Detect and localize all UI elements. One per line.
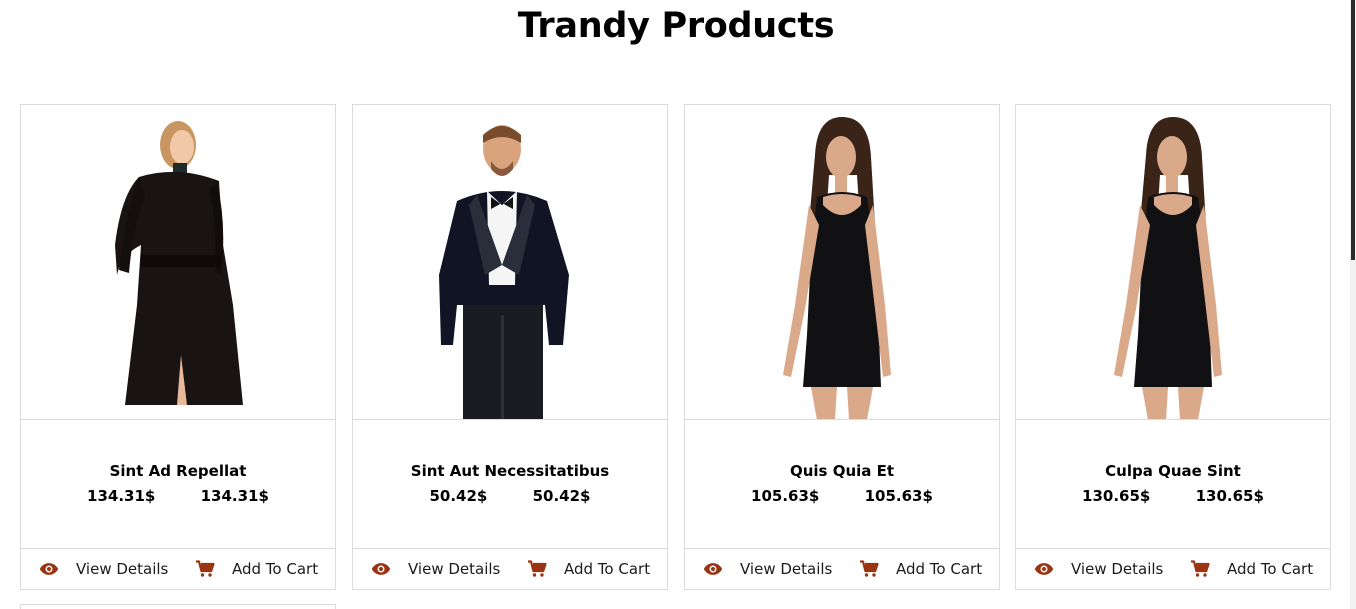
cart-icon [859, 560, 879, 578]
product-image-man-tuxedo[interactable] [353, 105, 667, 420]
product-card-next-row[interactable] [20, 604, 336, 609]
add-to-cart-button[interactable]: Add To Cart [195, 549, 318, 589]
product-old-price: 50.42$ [532, 487, 591, 505]
product-card[interactable]: Quis Quia Et 105.63$ 105.63$ View Detail… [684, 104, 1000, 590]
product-image-woman-dress[interactable] [1016, 105, 1330, 420]
view-details-button[interactable]: View Details [703, 549, 832, 589]
product-name[interactable]: Sint Aut Necessitatibus [353, 462, 667, 480]
product-info: Sint Aut Necessitatibus 50.42$ 50.42$ [353, 420, 667, 549]
product-actions: View Details Add To Cart [21, 549, 335, 589]
cart-icon [1190, 560, 1210, 578]
cart-icon [527, 560, 547, 578]
product-card[interactable]: Sint Aut Necessitatibus 50.42$ 50.42$ Vi… [352, 104, 668, 590]
eye-icon [371, 562, 391, 576]
scrollbar-thumb[interactable] [1351, 0, 1355, 260]
product-price: 50.42$ [429, 487, 488, 505]
product-prices: 50.42$ 50.42$ [353, 487, 667, 505]
product-actions: View Details Add To Cart [1016, 549, 1330, 589]
view-details-label: View Details [740, 560, 833, 578]
view-details-button[interactable]: View Details [371, 549, 500, 589]
product-info: Quis Quia Et 105.63$ 105.63$ [685, 420, 999, 549]
product-prices: 130.65$ 130.65$ [1016, 487, 1330, 505]
product-info: Sint Ad Repellat 134.31$ 134.31$ [21, 420, 335, 549]
product-actions: View Details Add To Cart [685, 549, 999, 589]
product-image-woman-coat[interactable] [21, 105, 335, 420]
add-to-cart-button[interactable]: Add To Cart [859, 549, 982, 589]
view-details-label: View Details [408, 560, 501, 578]
product-prices: 105.63$ 105.63$ [685, 487, 999, 505]
cart-icon [195, 560, 215, 578]
product-price: 134.31$ [87, 487, 156, 505]
product-old-price: 134.31$ [200, 487, 269, 505]
product-name[interactable]: Culpa Quae Sint [1016, 462, 1330, 480]
add-to-cart-label: Add To Cart [564, 560, 651, 578]
view-details-button[interactable]: View Details [1034, 549, 1163, 589]
view-details-label: View Details [1071, 560, 1164, 578]
product-actions: View Details Add To Cart [353, 549, 667, 589]
add-to-cart-button[interactable]: Add To Cart [1190, 549, 1313, 589]
product-image-woman-dress[interactable] [685, 105, 999, 420]
view-details-button[interactable]: View Details [39, 549, 168, 589]
product-name[interactable]: Quis Quia Et [685, 462, 999, 480]
view-details-label: View Details [76, 560, 169, 578]
product-prices: 134.31$ 134.31$ [21, 487, 335, 505]
product-old-price: 130.65$ [1195, 487, 1264, 505]
eye-icon [703, 562, 723, 576]
scrollbar[interactable] [1350, 0, 1356, 609]
product-card[interactable]: Sint Ad Repellat 134.31$ 134.31$ View De… [20, 104, 336, 590]
eye-icon [1034, 562, 1054, 576]
eye-icon [39, 562, 59, 576]
add-to-cart-label: Add To Cart [896, 560, 983, 578]
product-info: Culpa Quae Sint 130.65$ 130.65$ [1016, 420, 1330, 549]
add-to-cart-label: Add To Cart [1227, 560, 1314, 578]
product-card[interactable]: Culpa Quae Sint 130.65$ 130.65$ View Det… [1015, 104, 1331, 590]
page-title: Trandy Products [517, 6, 835, 46]
product-old-price: 105.63$ [864, 487, 933, 505]
product-price: 130.65$ [1082, 487, 1151, 505]
add-to-cart-label: Add To Cart [232, 560, 319, 578]
add-to-cart-button[interactable]: Add To Cart [527, 549, 650, 589]
product-price: 105.63$ [751, 487, 820, 505]
product-name[interactable]: Sint Ad Repellat [21, 462, 335, 480]
